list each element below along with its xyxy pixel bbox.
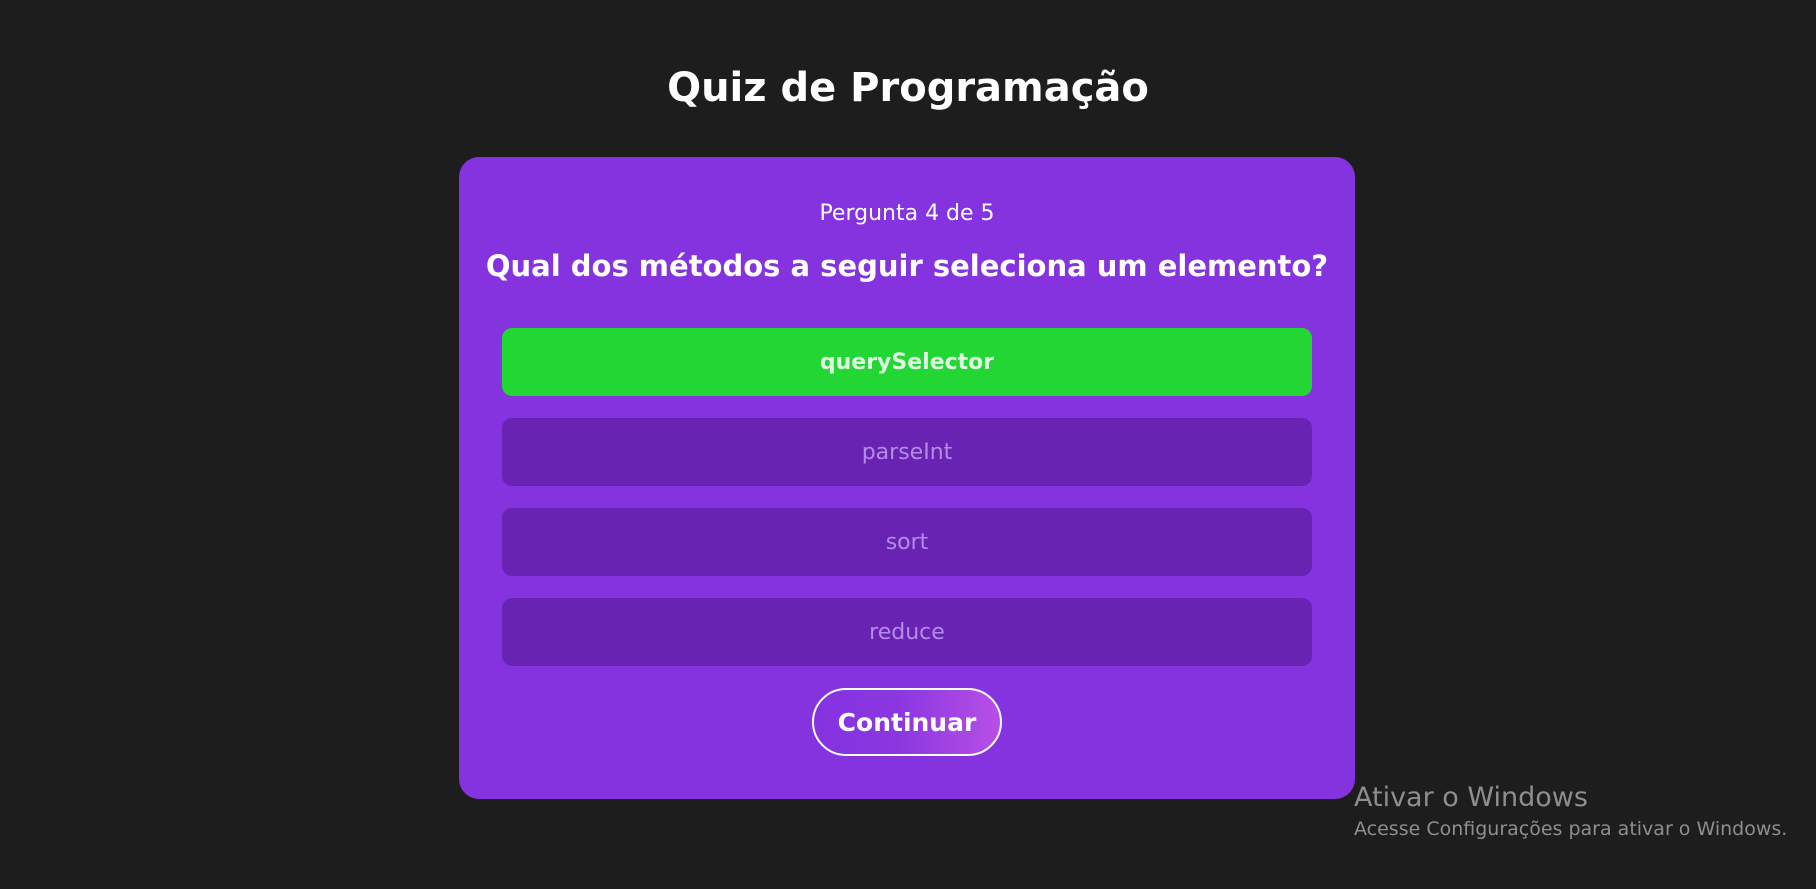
continue-button[interactable]: Continuar bbox=[812, 688, 1002, 756]
answer-option-2[interactable]: parseInt bbox=[502, 418, 1312, 486]
page-title: Quiz de Programação bbox=[667, 65, 1149, 111]
answer-option-4[interactable]: reduce bbox=[502, 598, 1312, 666]
windows-activation-watermark: Ativar o Windows Acesse Configurações pa… bbox=[1354, 781, 1814, 843]
question-text: Qual dos métodos a seguir seleciona um e… bbox=[485, 249, 1329, 283]
watermark-subtitle: Acesse Configurações para ativar o Windo… bbox=[1354, 818, 1788, 840]
answer-option-1[interactable]: querySelector bbox=[502, 328, 1312, 396]
quiz-page: Quiz de Programação Pergunta 4 de 5 Qual… bbox=[0, 0, 1816, 889]
quiz-card: Pergunta 4 de 5 Qual dos métodos a segui… bbox=[459, 157, 1355, 799]
question-counter: Pergunta 4 de 5 bbox=[819, 201, 995, 226]
answer-option-3[interactable]: sort bbox=[502, 508, 1312, 576]
watermark-title: Ativar o Windows bbox=[1354, 782, 1588, 813]
